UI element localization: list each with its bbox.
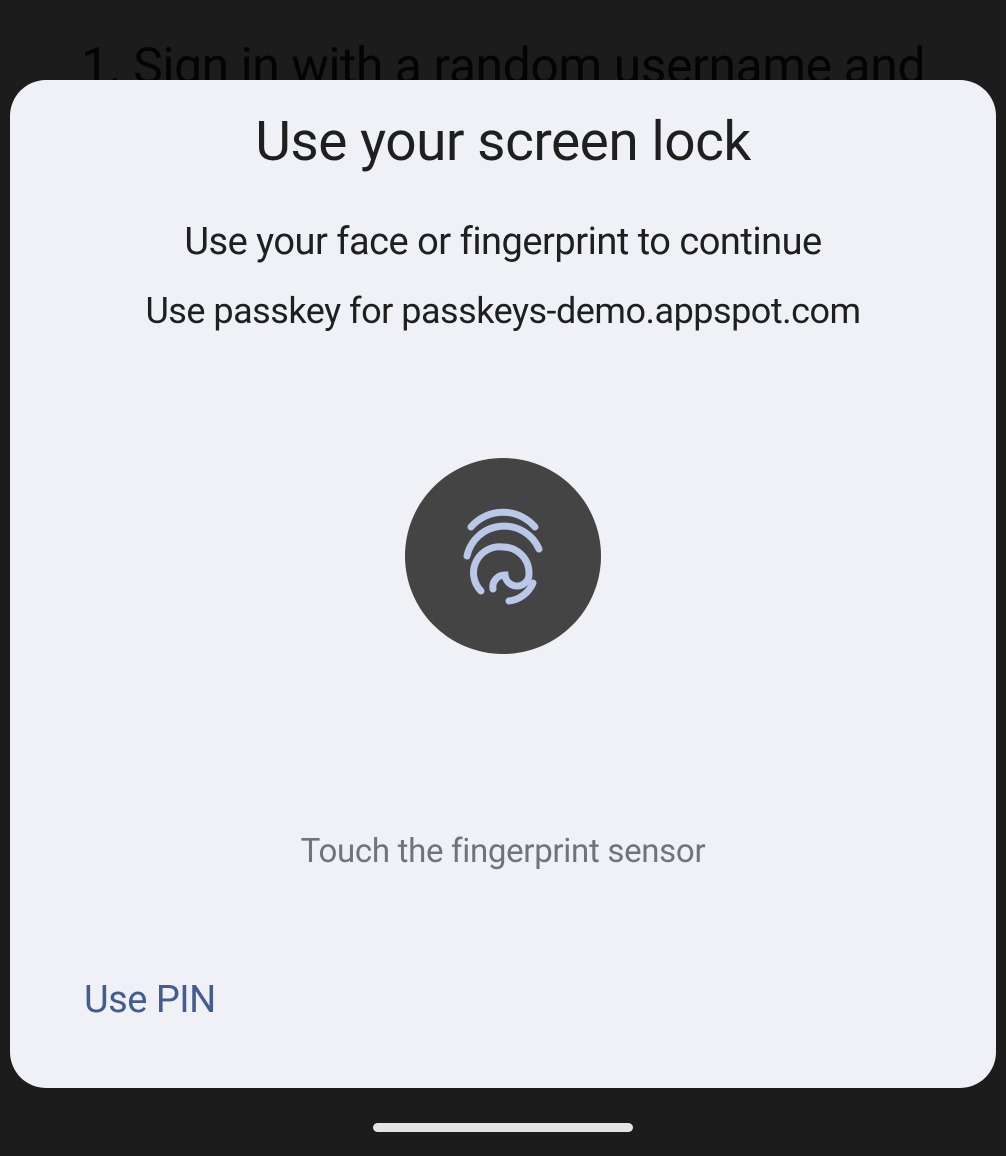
fingerprint-hint: Touch the fingerprint sensor [301, 832, 706, 871]
dialog-subtitle: Use your face or fingerprint to continue [184, 220, 821, 264]
android-nav-pill[interactable] [373, 1123, 633, 1132]
fingerprint-sensor[interactable] [405, 458, 601, 654]
dialog-title: Use your screen lock [255, 110, 751, 174]
use-pin-button[interactable]: Use PIN [84, 978, 216, 1022]
fingerprint-icon [453, 501, 553, 611]
screen-lock-dialog: Use your screen lock Use your face or fi… [10, 80, 996, 1088]
dialog-domain-line: Use passkey for passkeys-demo.appspot.co… [145, 290, 860, 332]
